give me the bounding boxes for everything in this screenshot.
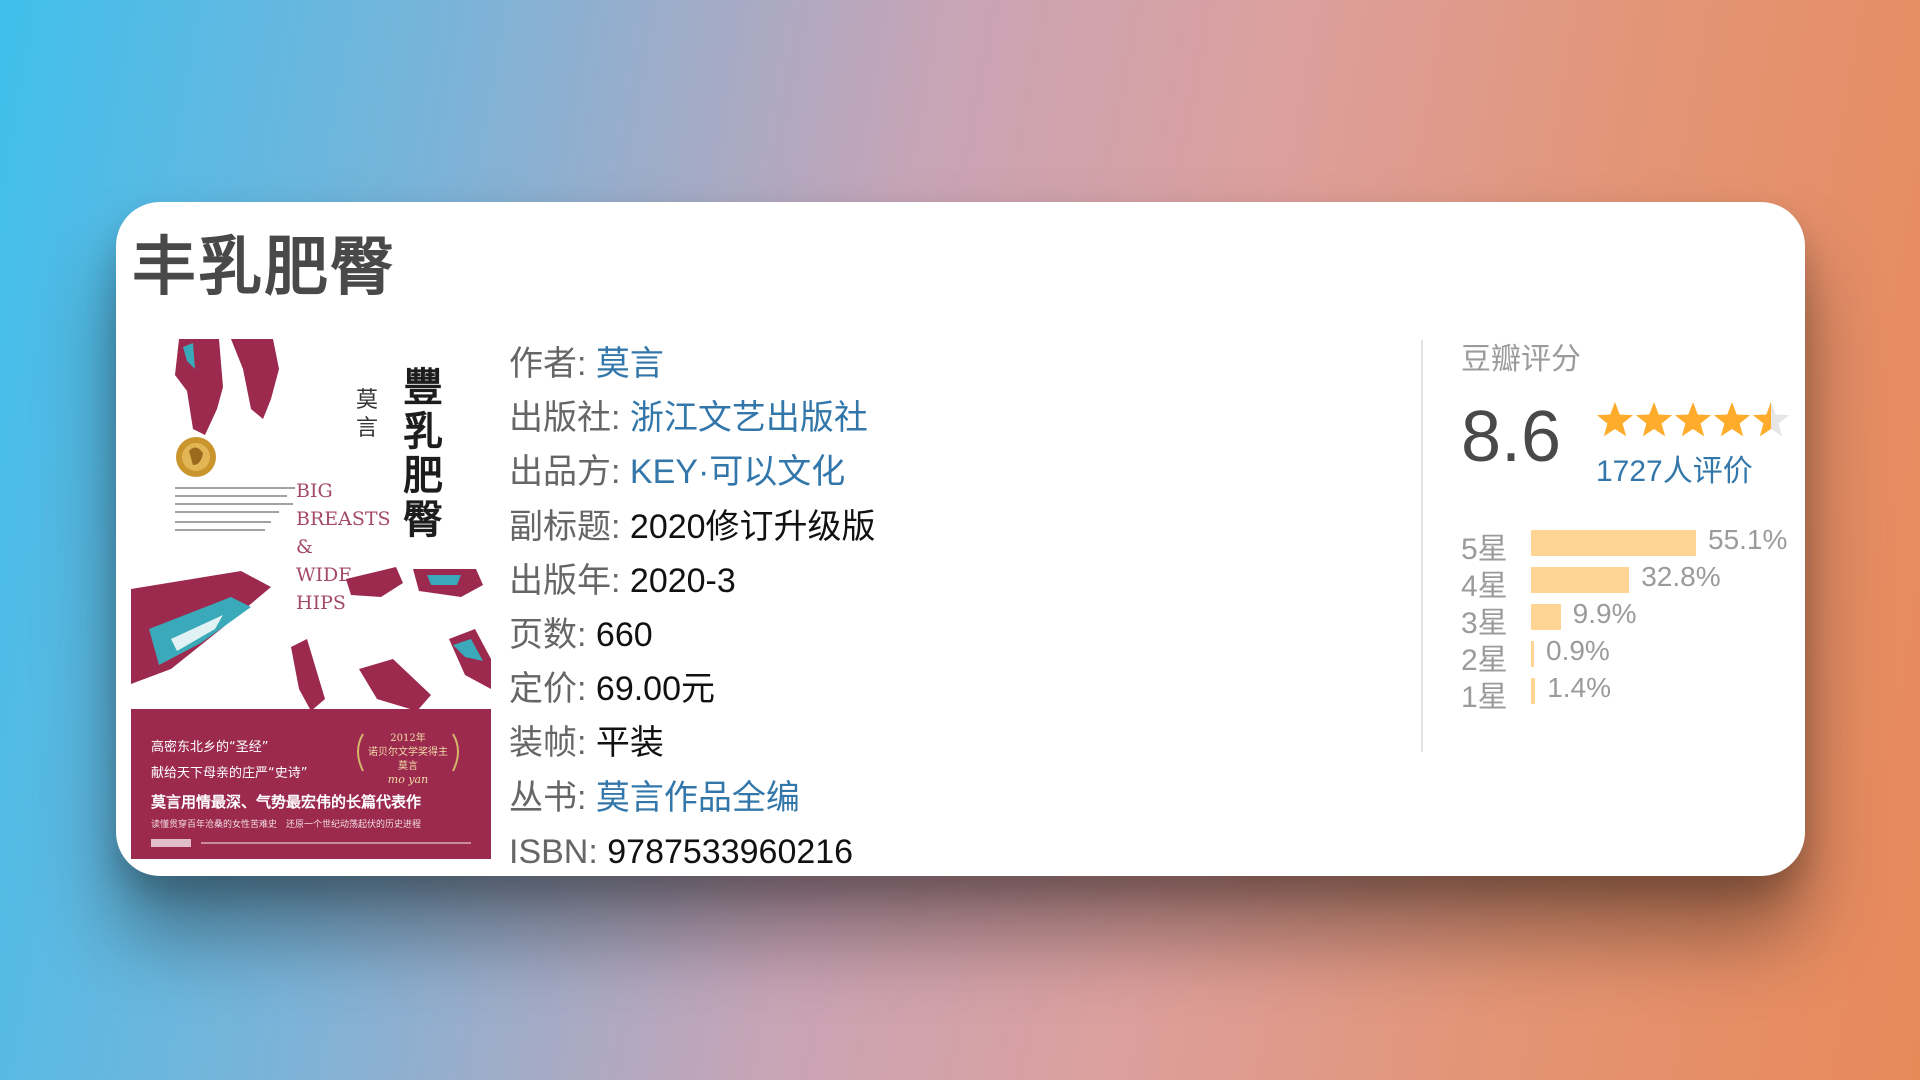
svg-text:WIDE: WIDE bbox=[296, 564, 352, 586]
pages-value: 660 bbox=[595, 615, 653, 654]
svg-text:莫言: 莫言 bbox=[398, 759, 418, 772]
star-icon bbox=[1596, 402, 1634, 437]
rating-percent: 55.1% bbox=[1708, 524, 1788, 555]
binding-value: 平装 bbox=[595, 724, 664, 763]
info-row-isbn: ISBN: 9787533960216 bbox=[509, 832, 854, 871]
publisher-link[interactable]: 浙江文艺出版社 bbox=[630, 399, 868, 437]
info-row-pub-year: 出版年: 2020-3 bbox=[509, 561, 736, 600]
info-row-subtitle: 副标题: 2020修订升级版 bbox=[509, 507, 876, 546]
svg-text:BREASTS: BREASTS bbox=[296, 508, 391, 530]
subtitle-value: 2020修订升级版 bbox=[629, 507, 876, 546]
rating-percent: 1.4% bbox=[1547, 672, 1612, 703]
rating-row-1star: 1星 1.4% bbox=[1461, 672, 1801, 714]
rating-percent: 32.8% bbox=[1641, 561, 1721, 592]
rating-row-5star: 5星 55.1% bbox=[1461, 524, 1801, 566]
series-link[interactable]: 莫言作品全编 bbox=[596, 779, 800, 817]
rating-bar bbox=[1531, 641, 1534, 667]
rating-percent: 9.9% bbox=[1572, 598, 1637, 629]
rating-bar bbox=[1531, 530, 1696, 556]
svg-text:BIG: BIG bbox=[296, 480, 333, 502]
cover-headline: 莫言用情最深、气势最宏伟的长篇代表作 bbox=[151, 793, 421, 811]
svg-text:诺贝尔文学奖得主: 诺贝尔文学奖得主 bbox=[368, 745, 448, 758]
price-value: 69.00元 bbox=[595, 670, 715, 709]
svg-text:mo yan: mo yan bbox=[388, 773, 428, 786]
book-cover-image[interactable]: 莫言 豐乳肥臀 BIG BREASTS & WIDE HIPS 高密东北乡的“圣… bbox=[131, 339, 491, 859]
info-row-publisher: 出版社: 浙江文艺出版社 bbox=[509, 399, 868, 438]
rating-stars bbox=[1596, 400, 1796, 445]
isbn-value: 9787533960216 bbox=[607, 832, 854, 871]
info-row-author: 作者: 莫言 bbox=[509, 345, 664, 383]
svg-text:HIPS: HIPS bbox=[296, 592, 346, 614]
info-row-series: 丛书: 莫言作品全编 bbox=[509, 778, 800, 817]
info-row-producer: 出品方: KEY·可以文化 bbox=[509, 453, 846, 492]
section-divider bbox=[1421, 340, 1423, 752]
rating-percent: 0.9% bbox=[1546, 635, 1610, 666]
info-row-binding: 装帧: 平装 bbox=[509, 724, 664, 763]
rating-score: 8.6 bbox=[1461, 397, 1562, 477]
rating-label: 豆瓣评分 bbox=[1461, 343, 1581, 376]
cover-tagline-2: 献给天下母亲的庄严“史诗” bbox=[151, 765, 307, 781]
cover-calligraphy-title: 豐乳肥臀 bbox=[403, 364, 443, 543]
svg-text:&: & bbox=[296, 536, 313, 558]
rating-bar bbox=[1531, 567, 1630, 593]
book-card: 丰乳肥臀 莫言 豐乳肥臀 BIG BREASTS & WIDE HIPS 高密东… bbox=[116, 202, 1805, 876]
rating-row-4star: 4星 32.8% bbox=[1461, 561, 1801, 603]
star-icon bbox=[1635, 402, 1673, 437]
rating-row-2star: 2星 0.9% bbox=[1461, 635, 1801, 677]
book-title: 丰乳肥臀 bbox=[132, 231, 396, 303]
rating-bar bbox=[1531, 604, 1561, 630]
book-info: 作者: 莫言 出版社: 浙江文艺出版社 出品方: KEY·可以文化 副标题: 2… bbox=[509, 337, 876, 876]
cover-tagline-1: 高密东北乡的“圣经” bbox=[151, 739, 268, 755]
author-link[interactable]: 莫言 bbox=[596, 345, 664, 383]
star-icon bbox=[1713, 402, 1751, 437]
cover-author-text: 莫言 bbox=[356, 388, 378, 441]
cover-subline: 读懂贯穿百年沧桑的女性苦难史 还原一个世纪动荡起伏的历史进程 bbox=[151, 818, 421, 830]
rating-votes-link[interactable]: 1727人评价 bbox=[1596, 446, 1753, 490]
info-row-price: 定价: 69.00元 bbox=[509, 670, 715, 709]
rating-row-3star: 3星 9.9% bbox=[1461, 598, 1801, 640]
star-icon bbox=[1752, 402, 1790, 437]
douban-rating-panel: 豆瓣评分 8.6 1727人评价 5星 55.1% 4星 32.8% 3星 9.… bbox=[1461, 334, 1791, 714]
info-row-pages: 页数: 660 bbox=[509, 615, 653, 654]
pub-year-value: 2020-3 bbox=[629, 561, 736, 600]
rating-bar bbox=[1531, 678, 1536, 704]
star-icon bbox=[1674, 402, 1712, 437]
producer-link[interactable]: KEY·可以文化 bbox=[630, 453, 845, 491]
rating-row-label: 1星 bbox=[1461, 681, 1508, 714]
svg-text:2012年: 2012年 bbox=[390, 731, 425, 744]
